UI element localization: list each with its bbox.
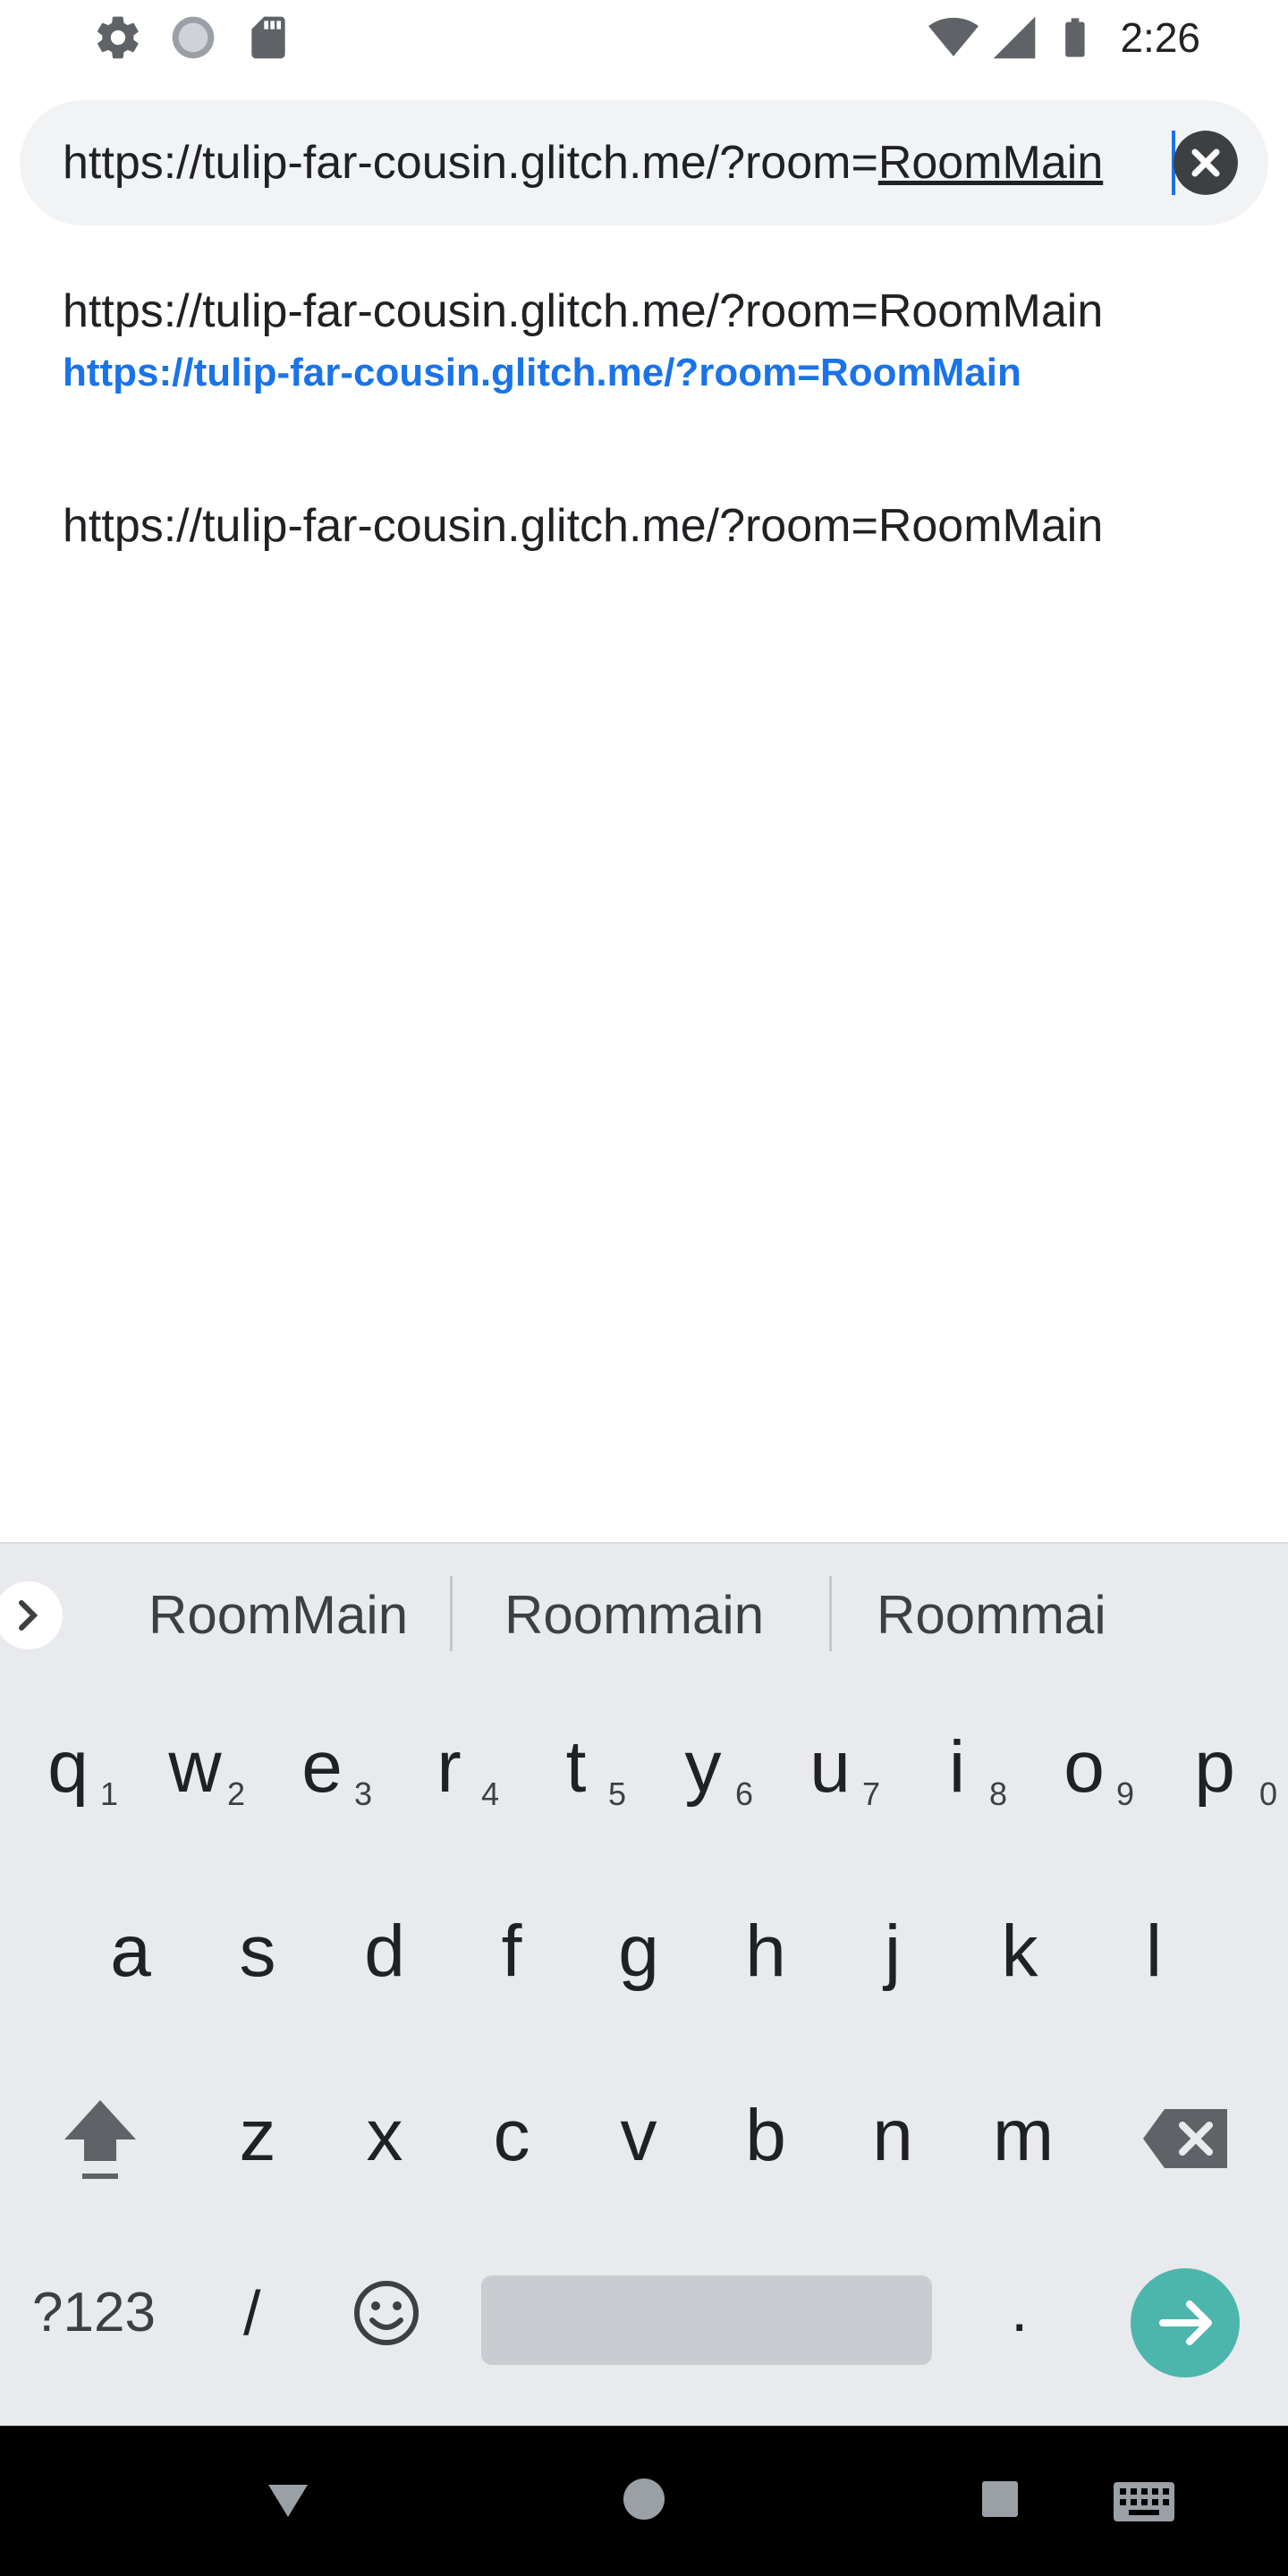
key-q[interactable]: q1 <box>5 1678 131 1857</box>
key-f[interactable]: f <box>449 1862 574 2041</box>
suggestion-item[interactable]: https://tulip-far-cousin.glitch.me/?room… <box>63 499 1103 553</box>
key-u[interactable]: u7 <box>767 1678 893 1857</box>
key-l[interactable]: l <box>1091 1862 1216 2041</box>
symbols-key[interactable]: ?123 <box>32 2268 156 2358</box>
key-c[interactable]: c <box>449 2046 574 2225</box>
key-a[interactable]: a <box>68 1862 193 2041</box>
url-input[interactable]: https://tulip-far-cousin.glitch.me/?room… <box>63 100 1172 225</box>
key-t[interactable]: t5 <box>513 1678 639 1857</box>
emoji-icon[interactable] <box>352 2279 420 2347</box>
key-n[interactable]: n <box>830 2046 955 2225</box>
key-w[interactable]: w2 <box>132 1678 258 1857</box>
key-h[interactable]: h <box>703 1862 828 2041</box>
word-suggestion[interactable]: Roommain <box>504 1571 764 1660</box>
keyboard-icon[interactable] <box>1113 2481 1175 2522</box>
close-circle-icon[interactable] <box>1174 131 1238 195</box>
word-suggestion[interactable]: Roommai <box>877 1571 1106 1660</box>
sd-card-icon <box>251 16 285 59</box>
battery-icon <box>1065 18 1085 57</box>
slash-key[interactable]: / <box>243 2268 260 2358</box>
enter-arrow-icon[interactable] <box>1131 2268 1240 2377</box>
signal-icon <box>993 16 1036 59</box>
home-icon[interactable] <box>623 2478 665 2521</box>
suggestion-url: https://tulip-far-cousin.glitch.me/?room… <box>63 351 1021 394</box>
key-o[interactable]: o9 <box>1021 1678 1147 1857</box>
key-j[interactable]: j <box>830 1862 955 2041</box>
key-e[interactable]: e3 <box>259 1678 385 1857</box>
key-b[interactable]: b <box>703 2046 828 2225</box>
wifi-icon <box>928 17 979 56</box>
url-prefix: https://tulip-far-cousin.glitch.me/?room… <box>63 137 878 189</box>
shift-icon[interactable] <box>54 2091 147 2190</box>
key-s[interactable]: s <box>195 1862 320 2041</box>
key-r[interactable]: r4 <box>386 1678 512 1857</box>
loading-icon <box>172 16 215 59</box>
key-g[interactable]: g <box>576 1862 701 2041</box>
key-m[interactable]: m <box>961 2046 1086 2225</box>
key-d[interactable]: d <box>322 1862 447 2041</box>
key-area: q1 w2 e3 r4 t5 y6 u7 i8 o9 p0 a s d f g … <box>0 1678 1288 2426</box>
key-y[interactable]: y6 <box>640 1678 766 1857</box>
keyboard: RoomMain Roommain Roommai q1 w2 e3 r4 t5… <box>0 1542 1288 2426</box>
divider <box>829 1576 832 1651</box>
settings-icon <box>97 16 139 59</box>
suggestion-title: https://tulip-far-cousin.glitch.me/?room… <box>63 285 1104 337</box>
key-p[interactable]: p0 <box>1152 1678 1277 1857</box>
key-k[interactable]: k <box>957 1862 1082 2041</box>
key-x[interactable]: x <box>322 2046 447 2225</box>
status-bar: 2:26 <box>0 0 1288 75</box>
status-time: 2:26 <box>1120 14 1200 61</box>
back-icon[interactable] <box>265 2476 311 2522</box>
suggestion-title: https://tulip-far-cousin.glitch.me/?room… <box>63 500 1104 552</box>
url-bar[interactable]: https://tulip-far-cousin.glitch.me/?room… <box>20 100 1268 225</box>
suggestion-item[interactable]: https://tulip-far-cousin.glitch.me/?room… <box>63 284 1103 395</box>
period-key[interactable]: . <box>1011 2265 1028 2354</box>
word-suggestion[interactable]: RoomMain <box>148 1571 408 1660</box>
word-suggestion-strip: RoomMain Roommain Roommai <box>0 1542 1288 1678</box>
recents-icon[interactable] <box>980 2479 1020 2519</box>
navigation-bar <box>0 2426 1288 2576</box>
backspace-icon[interactable] <box>1141 2107 1231 2170</box>
key-i[interactable]: i8 <box>894 1678 1020 1857</box>
url-highlight: RoomMain <box>877 137 1104 189</box>
key-v[interactable]: v <box>576 2046 701 2225</box>
divider <box>450 1576 453 1651</box>
chevron-right-icon[interactable] <box>0 1581 63 1649</box>
key-z[interactable]: z <box>195 2046 320 2225</box>
space-key[interactable] <box>481 2275 932 2365</box>
